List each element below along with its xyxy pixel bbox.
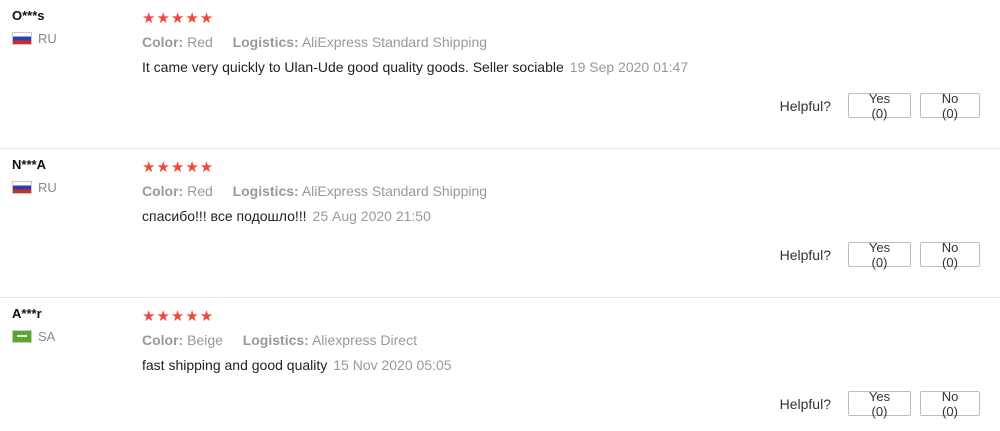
review-item: O***s RU ★★★★★ Color: Red Logistics: Ali… — [0, 0, 1000, 149]
helpful-yes-button[interactable]: Yes (0) — [848, 389, 911, 419]
review-date: 15 Nov 2020 05:05 — [333, 357, 452, 373]
reviewer-country: RU — [12, 180, 57, 195]
logistics-value: AliExpress Standard Shipping — [301, 183, 488, 199]
review-date: 19 Sep 2020 01:47 — [569, 59, 689, 75]
country-code: RU — [38, 31, 57, 46]
review-item: N***A RU ★★★★★ Color: Red Logistics: Ali… — [0, 149, 1000, 298]
color-value: Red — [187, 34, 213, 50]
helpful-controls: Helpful? Yes (0) No (0) — [779, 240, 980, 270]
logistics-label: Logistics: — [232, 183, 299, 199]
country-code: SA — [38, 329, 56, 344]
logistics-label: Logistics: — [232, 34, 299, 50]
review-meta: Color: Red Logistics: AliExpress Standar… — [142, 183, 487, 199]
helpful-no-button[interactable]: No (0) — [920, 389, 980, 419]
helpful-controls: Helpful? Yes (0) No (0) — [779, 389, 980, 419]
logistics-value: Aliexpress Direct — [311, 332, 417, 348]
star-rating: ★★★★★ — [142, 308, 215, 325]
review-text: It came very quickly to Ulan-Ude good qu… — [142, 59, 688, 75]
review-list: O***s RU ★★★★★ Color: Red Logistics: Ali… — [0, 0, 1000, 431]
country-code: RU — [38, 180, 57, 195]
review-date: 25 Aug 2020 21:50 — [312, 208, 431, 224]
color-value: Beige — [187, 332, 223, 348]
review-body: It came very quickly to Ulan-Ude good qu… — [142, 59, 564, 75]
reviewer-name: A***r — [12, 306, 42, 321]
helpful-controls: Helpful? Yes (0) No (0) — [779, 91, 980, 121]
reviewer-country: SA — [12, 329, 55, 344]
helpful-label: Helpful? — [779, 97, 831, 114]
helpful-no-button[interactable]: No (0) — [920, 91, 980, 121]
helpful-yes-button[interactable]: Yes (0) — [848, 240, 911, 270]
review-meta: Color: Red Logistics: AliExpress Standar… — [142, 34, 487, 50]
helpful-label: Helpful? — [779, 395, 831, 412]
russia-flag-icon — [12, 32, 32, 45]
review-body: спасибо!!! все подошло!!! — [142, 208, 307, 224]
review-body: fast shipping and good quality — [142, 357, 328, 373]
helpful-yes-button[interactable]: Yes (0) — [848, 91, 911, 121]
saudi-arabia-flag-icon — [12, 330, 32, 343]
logistics-value: AliExpress Standard Shipping — [301, 34, 488, 50]
color-label: Color: — [142, 332, 184, 348]
logistics-label: Logistics: — [242, 332, 309, 348]
helpful-label: Helpful? — [779, 246, 831, 263]
star-rating: ★★★★★ — [142, 10, 215, 27]
review-item: A***r SA ★★★★★ Color: Beige Logistics: A… — [0, 298, 1000, 431]
review-text: fast shipping and good quality 15 Nov 202… — [142, 357, 452, 373]
reviewer-name: O***s — [12, 8, 45, 23]
color-label: Color: — [142, 183, 184, 199]
review-meta: Color: Beige Logistics: Aliexpress Direc… — [142, 332, 417, 348]
color-value: Red — [187, 183, 213, 199]
reviewer-country: RU — [12, 31, 57, 46]
review-text: спасибо!!! все подошло!!! 25 Aug 2020 21:… — [142, 208, 431, 224]
star-rating: ★★★★★ — [142, 159, 215, 176]
helpful-no-button[interactable]: No (0) — [920, 240, 980, 270]
reviewer-name: N***A — [12, 157, 46, 172]
russia-flag-icon — [12, 181, 32, 194]
color-label: Color: — [142, 34, 184, 50]
